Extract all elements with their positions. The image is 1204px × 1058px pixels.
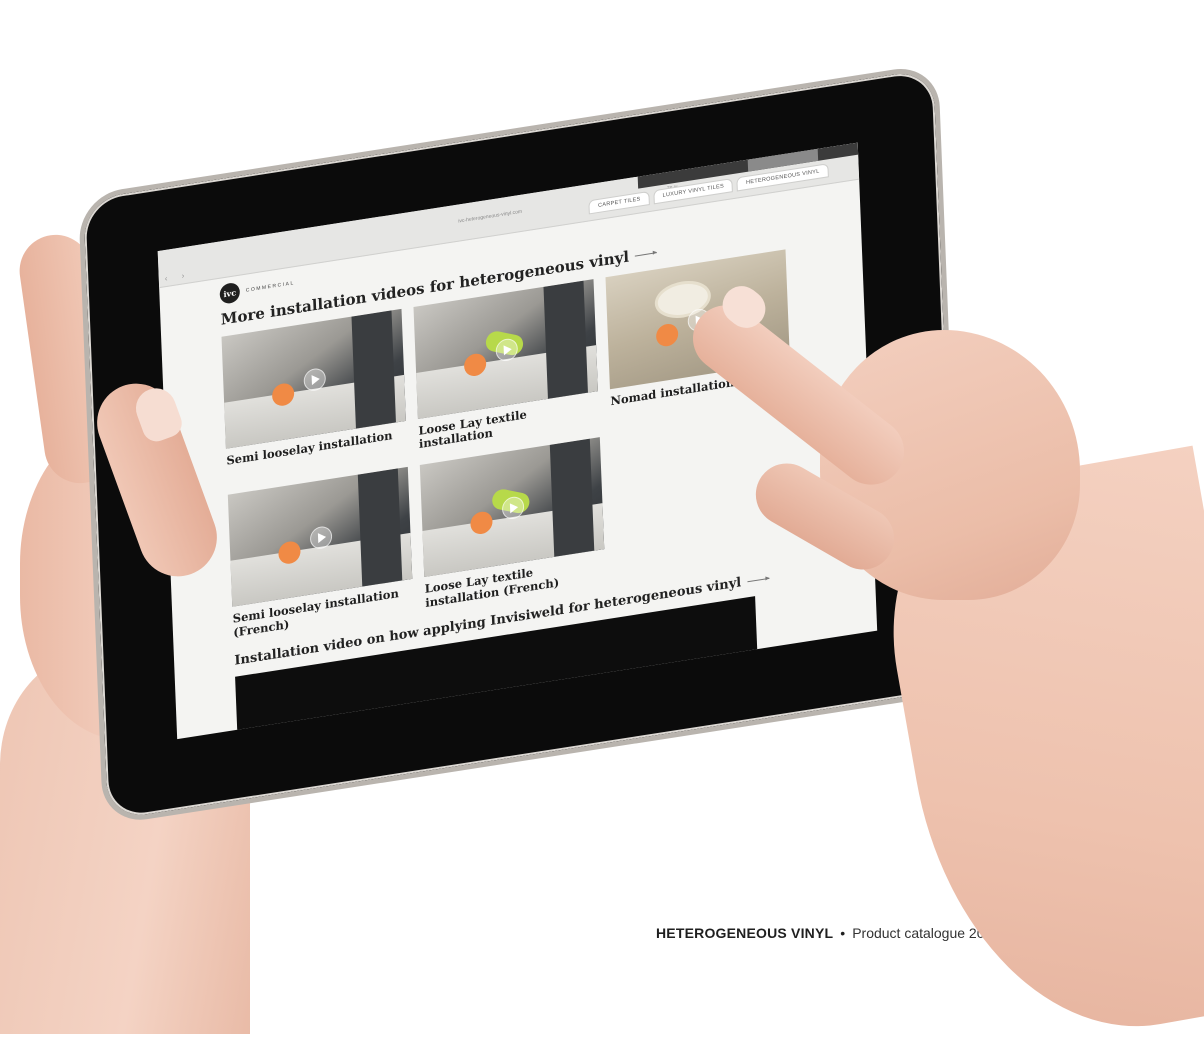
logo-icon: ivc [219, 281, 241, 305]
video-card[interactable]: Semi looselay installation [221, 308, 407, 481]
arrow-icon[interactable] [747, 577, 770, 583]
url-bar[interactable]: ivc-heterogeneous-vinyl.com [458, 209, 522, 225]
footer-section-name: HETEROGENEOUS VINYL [656, 925, 834, 941]
video-thumbnail[interactable] [227, 467, 413, 608]
tab-carpet-tiles[interactable]: CARPET TILES [588, 190, 650, 215]
video-card[interactable]: Loose Lay textile installation (French) [419, 437, 606, 610]
footer-separator: • [840, 925, 846, 941]
video-card[interactable]: Loose Lay textile installation [413, 279, 599, 451]
video-card[interactable]: Semi looselay installation (French) [227, 467, 414, 639]
tablet-screen: ivc-heterogeneous-vinyl.com 76 % ‹ › CAR… [157, 142, 878, 740]
browser-nav-arrows[interactable]: ‹ › [165, 270, 191, 283]
logo-wordmark: COMMERCIAL [245, 280, 295, 294]
video-thumbnail[interactable] [413, 279, 598, 420]
video-thumbnail[interactable] [221, 308, 406, 449]
video-thumbnail[interactable] [419, 437, 605, 578]
arrow-icon[interactable] [634, 251, 657, 257]
